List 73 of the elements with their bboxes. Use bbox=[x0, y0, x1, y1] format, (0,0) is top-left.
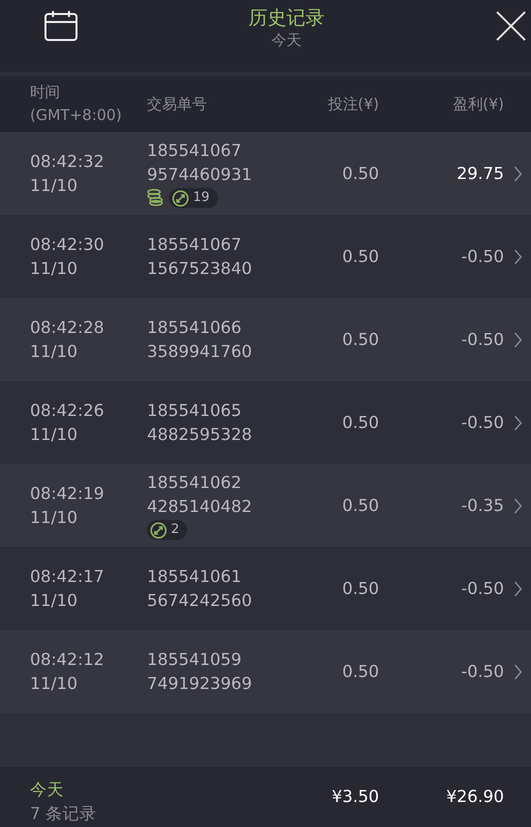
order-number: 185541061 bbox=[147, 566, 242, 588]
record-count: 7 条记录 bbox=[30, 803, 98, 825]
time-text: 08:42:30 bbox=[30, 234, 106, 256]
profit-total: ¥26.90 bbox=[445, 786, 504, 808]
stake-amount: 0.50 bbox=[341, 660, 379, 682]
order-number: 7491923969 bbox=[147, 672, 253, 694]
time-text: 08:42:19 bbox=[30, 482, 106, 504]
record-row[interactable]: 08:42:28 11/10 185541066 3589941760 0.50 -0.50 bbox=[0, 298, 531, 381]
date-text: 11/10 bbox=[30, 340, 79, 362]
order-number: 185541062 bbox=[147, 472, 242, 494]
page-title: 历史记录 bbox=[248, 6, 324, 30]
count-badge: 2 bbox=[147, 520, 188, 540]
time-text: 08:42:12 bbox=[30, 648, 106, 670]
date-text: 11/10 bbox=[30, 424, 79, 446]
order-number: 9574460931 bbox=[147, 164, 253, 186]
order-number: 185541067 bbox=[147, 234, 242, 256]
chevron-right-icon bbox=[512, 332, 522, 348]
chevron-right-icon bbox=[512, 580, 522, 596]
date-text: 11/10 bbox=[30, 590, 79, 612]
stake-amount: 0.50 bbox=[341, 328, 379, 350]
date-text: 11/10 bbox=[30, 672, 79, 694]
column-header: 交易单号 bbox=[147, 94, 208, 114]
chevron-right-icon bbox=[512, 414, 522, 430]
close-button[interactable] bbox=[495, 10, 527, 42]
coins-icon bbox=[147, 189, 165, 207]
profit-amount: -0.50 bbox=[460, 246, 504, 268]
time-text: 08:42:17 bbox=[30, 566, 106, 588]
circle-arrows-icon bbox=[172, 190, 189, 206]
order-number: 5674242560 bbox=[147, 590, 253, 612]
page-subtitle: 今天 bbox=[272, 30, 302, 50]
profit-amount: -0.35 bbox=[460, 494, 504, 516]
column-header: (GMT+8:00) bbox=[30, 105, 123, 126]
record-row[interactable]: 08:42:32 11/10 185541067 9574460931 19 0.50 29.75 bbox=[0, 132, 531, 215]
profit-amount: -0.50 bbox=[460, 660, 504, 682]
stake-amount: 0.50 bbox=[341, 412, 379, 434]
order-number: 4882595328 bbox=[147, 424, 253, 446]
stake-amount: 0.50 bbox=[341, 162, 379, 184]
profit-amount: -0.50 bbox=[460, 412, 504, 434]
order-number: 4285140482 bbox=[147, 496, 253, 518]
stake-amount: 0.50 bbox=[341, 494, 379, 516]
order-number: 185541065 bbox=[147, 400, 242, 422]
calendar-button[interactable] bbox=[44, 10, 78, 42]
close-icon bbox=[495, 10, 527, 42]
record-row[interactable]: 08:42:12 11/10 185541059 7491923969 0.50 -0.50 bbox=[0, 630, 531, 713]
chevron-right-icon bbox=[512, 166, 522, 182]
column-header: 投注(¥) bbox=[326, 94, 379, 114]
count-badge: 19 bbox=[169, 188, 218, 208]
time-text: 08:42:28 bbox=[30, 316, 106, 338]
chevron-right-icon bbox=[512, 498, 522, 514]
period-label: 今天 bbox=[30, 779, 65, 801]
chevron-right-icon bbox=[512, 248, 522, 264]
date-text: 11/10 bbox=[30, 174, 79, 196]
order-number: 185541059 bbox=[147, 648, 242, 670]
column-header: 盈利(¥) bbox=[452, 94, 504, 114]
time-text: 08:42:26 bbox=[30, 400, 106, 422]
record-row[interactable]: 08:42:19 11/10 185541062 4285140482 2 0.50 -0.35 bbox=[0, 464, 531, 547]
stake-amount: 0.50 bbox=[341, 246, 379, 268]
profit-amount: -0.50 bbox=[460, 328, 504, 350]
stake-amount: 0.50 bbox=[341, 578, 379, 600]
date-text: 11/10 bbox=[30, 258, 79, 280]
order-number: 3589941760 bbox=[147, 340, 253, 362]
date-text: 11/10 bbox=[30, 506, 79, 528]
circle-arrows-icon bbox=[150, 522, 167, 538]
profit-amount: 29.75 bbox=[456, 162, 504, 184]
order-number: 185541067 bbox=[147, 140, 242, 162]
profit-amount: -0.50 bbox=[460, 578, 504, 600]
stake-total: ¥3.50 bbox=[330, 786, 379, 808]
time-text: 08:42:32 bbox=[30, 150, 106, 172]
order-number: 185541066 bbox=[147, 316, 242, 338]
calendar-icon bbox=[44, 10, 78, 42]
chevron-right-icon bbox=[512, 664, 522, 680]
order-number: 1567523840 bbox=[147, 258, 253, 280]
column-header: 时间 bbox=[30, 82, 61, 103]
